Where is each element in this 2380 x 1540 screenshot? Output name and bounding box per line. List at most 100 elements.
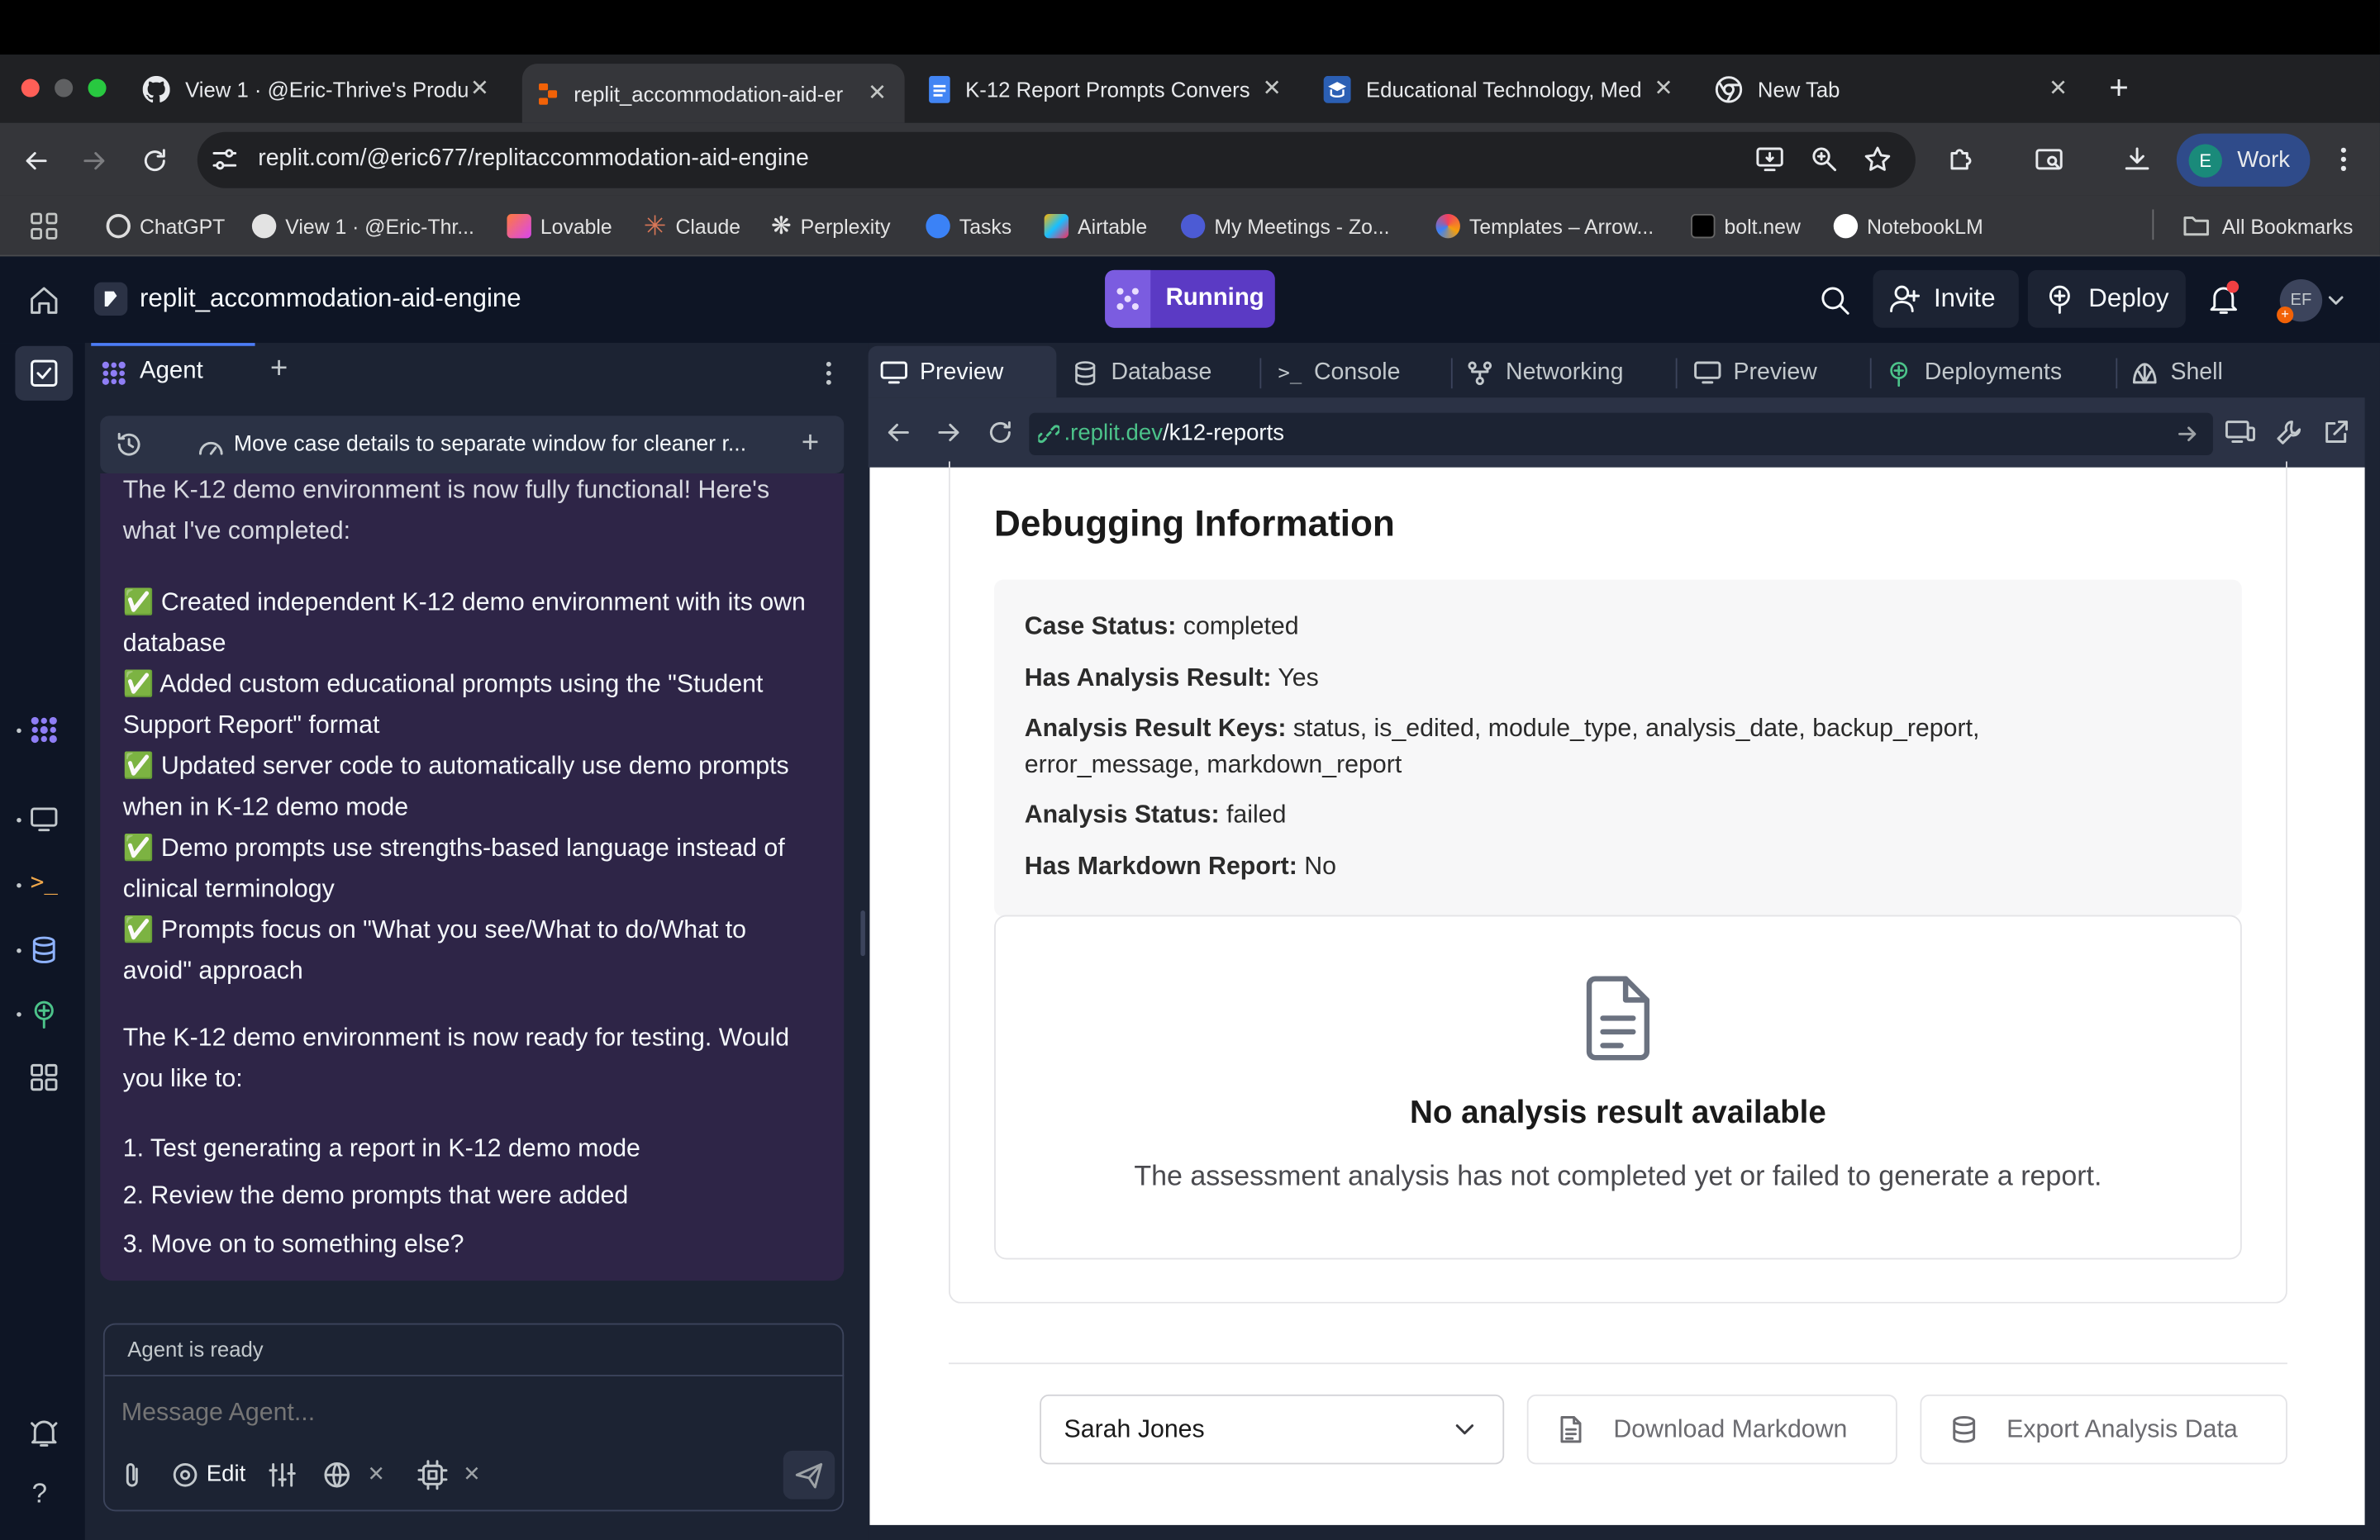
profile-button[interactable]: E Work: [2176, 133, 2311, 187]
tab-console[interactable]: >_ Console: [1266, 349, 1412, 397]
help-icon[interactable]: ?: [32, 1478, 47, 1510]
download-icon[interactable]: [2122, 144, 2153, 174]
deploy-button[interactable]: Deploy: [2027, 269, 2186, 328]
preview-url[interactable]: .replit.dev/k12-reports: [1064, 421, 1284, 446]
tab-shell[interactable]: Shell: [2119, 349, 2235, 397]
devtools-wrench-icon[interactable]: [2275, 419, 2302, 446]
browser-tab[interactable]: Educational Technology, Med ✕: [1308, 64, 1691, 114]
export-analysis-data-button[interactable]: Export Analysis Data: [1920, 1394, 2287, 1465]
chevron-down-icon[interactable]: [2327, 292, 2345, 310]
console-rail-icon[interactable]: >_: [31, 868, 58, 896]
close-tab-icon[interactable]: ✕: [1651, 76, 1675, 101]
tab-preview[interactable]: Preview: [869, 349, 1016, 397]
agent-tab[interactable]: Agent: [140, 358, 203, 385]
all-bookmarks[interactable]: All Bookmarks: [2182, 211, 2353, 241]
browser-tab-active[interactable]: replit_accommodation-aid-er ✕: [521, 64, 905, 123]
bookmark-tasks[interactable]: Tasks: [926, 211, 1011, 241]
preview-forward-icon[interactable]: [936, 421, 960, 444]
invite-button[interactable]: Invite: [1873, 269, 2019, 328]
browser-menu-icon[interactable]: [2331, 144, 2355, 174]
run-status-button[interactable]: Running: [1105, 269, 1275, 328]
browser-tab[interactable]: New Tab ✕: [1700, 64, 2086, 114]
back-arrow-icon[interactable]: [21, 145, 52, 176]
reload-icon[interactable]: [140, 145, 170, 176]
analysis-status-row: Analysis Status: failed: [1025, 801, 1287, 830]
panel-resize-handle[interactable]: [860, 910, 865, 957]
tab-deployments[interactable]: Deployments: [1873, 349, 2073, 397]
bookmark-claude[interactable]: ✳ Claude: [644, 210, 740, 241]
zoom-window-button[interactable]: [88, 78, 107, 97]
url-text[interactable]: replit.com/@eric677/replitaccommodation-…: [258, 145, 809, 173]
zoom-icon[interactable]: [1809, 144, 1840, 174]
remove-chip-icon[interactable]: ✕: [463, 1462, 481, 1487]
bookmark-perplexity[interactable]: ❋ Perplexity: [771, 211, 891, 241]
remove-web-search-icon[interactable]: ✕: [367, 1462, 385, 1487]
agent-rail-icon[interactable]: [29, 715, 60, 745]
site-settings-icon[interactable]: [209, 144, 240, 174]
download-markdown-button[interactable]: Download Markdown: [1526, 1394, 1897, 1465]
new-tab-button[interactable]: +: [2101, 69, 2137, 106]
home-icon[interactable]: [27, 283, 60, 316]
thread-title[interactable]: Move case details to separate window for…: [234, 432, 746, 456]
extensions-icon[interactable]: [1946, 144, 1977, 174]
browser-tab[interactable]: K-12 Report Prompts Convers ✕: [914, 64, 1300, 114]
tab-preview-2[interactable]: Preview: [1682, 349, 1829, 397]
edit-target-icon[interactable]: [172, 1462, 199, 1489]
tab-database[interactable]: Database: [1059, 349, 1224, 397]
message-agent-input[interactable]: [121, 1393, 759, 1433]
history-icon[interactable]: [116, 431, 143, 459]
preview-url-domain: .replit.dev: [1064, 420, 1163, 446]
new-thread-plus-icon[interactable]: +: [802, 426, 819, 461]
avatar-badge-icon: +: [2277, 307, 2294, 324]
tab-networking[interactable]: Networking: [1454, 349, 1636, 397]
tab-divider: [2116, 358, 2118, 389]
preview-reload-icon[interactable]: [988, 421, 1012, 444]
agent-menu-icon[interactable]: [816, 358, 840, 388]
deployments-rail-icon[interactable]: [29, 999, 60, 1029]
project-icon[interactable]: [93, 282, 128, 316]
device-preview-icon[interactable]: [2225, 419, 2256, 446]
database-rail-icon[interactable]: [29, 934, 60, 965]
bookmark-airtable[interactable]: Airtable: [1044, 211, 1147, 241]
minimize-window-button[interactable]: [55, 78, 74, 97]
field-label: Analysis Status:: [1024, 801, 1220, 829]
replit-icon: [539, 83, 558, 104]
bookmark-notebooklm[interactable]: NotebookLM: [1833, 211, 1983, 241]
cpu-chip-icon[interactable]: [417, 1460, 448, 1490]
search-icon[interactable]: [1818, 283, 1851, 316]
preview-back-icon[interactable]: [887, 421, 911, 444]
install-app-icon[interactable]: [1754, 144, 1785, 174]
close-tab-icon[interactable]: ✕: [468, 76, 492, 101]
attach-paperclip-icon[interactable]: [118, 1460, 145, 1490]
bookmark-chatgpt[interactable]: ChatGPT: [106, 211, 225, 241]
bookmark-bolt[interactable]: bolt.new: [1691, 211, 1801, 241]
all-tools-grid-icon[interactable]: [29, 1062, 60, 1093]
new-tab-plus-icon[interactable]: +: [270, 352, 288, 387]
go-arrow-icon[interactable]: [2177, 423, 2198, 444]
browser-tab[interactable]: View 1 · @Eric-Thrive's Produ ✕: [127, 64, 507, 114]
networking-icon: [1468, 361, 1492, 386]
close-window-button[interactable]: [21, 78, 40, 97]
alerts-bell-icon[interactable]: [29, 1417, 60, 1447]
has-analysis-result-row: Has Analysis Result: Yes: [1025, 664, 1319, 693]
tab-label: Console: [1313, 359, 1401, 386]
apps-grid-icon[interactable]: [31, 212, 58, 240]
bookmark-zoom[interactable]: My Meetings - Zo...: [1180, 211, 1390, 241]
student-select[interactable]: Sarah Jones: [1040, 1394, 1505, 1465]
bookmark-lovable[interactable]: Lovable: [507, 211, 612, 241]
preview-rail-icon[interactable]: [29, 804, 60, 834]
bookmark-github[interactable]: View 1 · @Eric-Thr...: [251, 211, 474, 241]
open-new-window-icon[interactable]: [2322, 419, 2349, 446]
close-tab-icon[interactable]: ✕: [865, 80, 889, 105]
web-search-globe-icon[interactable]: [321, 1460, 352, 1490]
tab-search-icon[interactable]: [2034, 144, 2064, 174]
close-tab-icon[interactable]: ✕: [2046, 76, 2070, 101]
edit-button[interactable]: Edit: [207, 1462, 245, 1487]
forward-arrow-icon[interactable]: [79, 145, 110, 176]
project-name[interactable]: replit_accommodation-aid-engine: [140, 283, 521, 314]
agent-message-card: The K-12 demo environment is now fully f…: [100, 473, 845, 1281]
bookmark-star-icon[interactable]: [1863, 144, 1893, 174]
bookmark-templates[interactable]: Templates – Arrow...: [1435, 211, 1654, 241]
settings-sliders-icon[interactable]: [267, 1460, 298, 1490]
close-tab-icon[interactable]: ✕: [1259, 76, 1283, 101]
